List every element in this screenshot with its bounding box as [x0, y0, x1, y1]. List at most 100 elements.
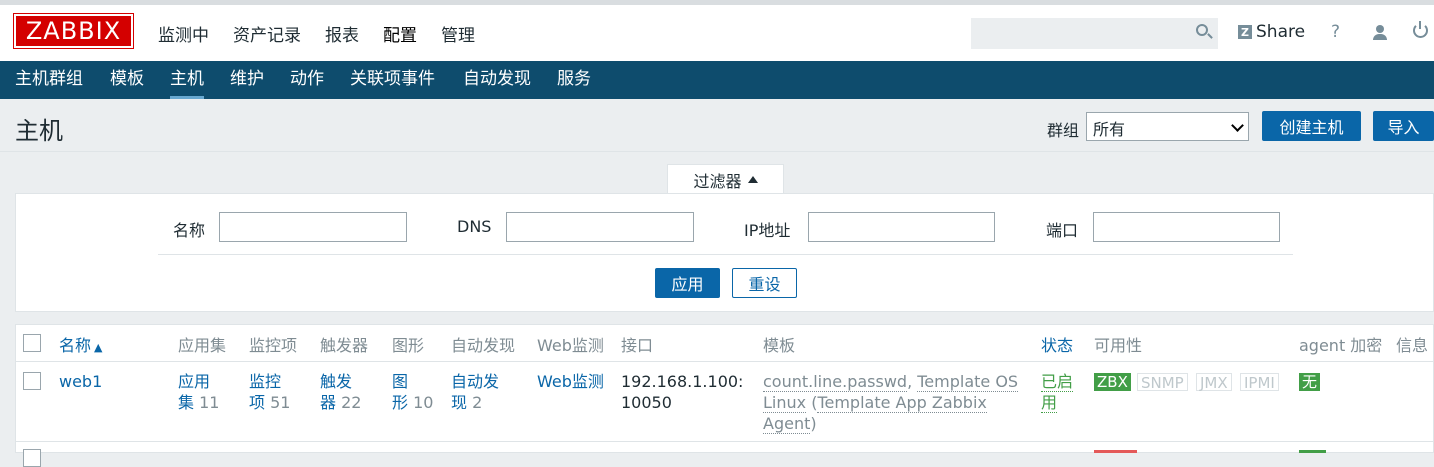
applications-count: 11	[199, 393, 220, 412]
filter-dns-label: DNS	[457, 217, 492, 236]
triggers-link-cont[interactable]: 器	[320, 393, 336, 412]
import-button[interactable]: 导入	[1373, 111, 1434, 141]
search-icon[interactable]	[1196, 24, 1208, 36]
triggers-count: 22	[341, 393, 362, 412]
discovery-cell: 自动发 现 2	[451, 371, 499, 413]
filter-panel	[15, 193, 1434, 312]
search-input[interactable]	[971, 18, 1218, 49]
subnav-services[interactable]: 服务	[557, 61, 591, 99]
top-menu-configuration[interactable]: 配置	[383, 21, 417, 46]
filter-name-label: 名称	[173, 221, 206, 240]
filter-name-input[interactable]	[219, 212, 407, 242]
web-monitoring-link[interactable]: Web监测	[537, 371, 604, 392]
availability-jmx-badge: JMX	[1196, 373, 1232, 392]
column-header-availability: 可用性	[1094, 336, 1143, 355]
subnav-discovery[interactable]: 自动发现	[463, 61, 531, 99]
encryption-badge: 无	[1299, 373, 1321, 391]
table-header-divider	[15, 361, 1434, 362]
column-header-web: Web监测	[537, 336, 604, 355]
column-header-triggers: 触发器	[320, 336, 369, 355]
filter-port-label: 端口	[1046, 221, 1079, 240]
top-menu-administration[interactable]: 管理	[441, 21, 475, 46]
subnav-event-correlation[interactable]: 关联项事件	[350, 61, 435, 99]
filter-ip-input[interactable]	[808, 212, 995, 242]
graphs-cell: 图 形 10	[392, 371, 433, 413]
subnav-actions[interactable]: 动作	[290, 61, 324, 99]
apply-button[interactable]: 应用	[655, 268, 720, 298]
discovery-link-cont[interactable]: 现	[451, 393, 467, 412]
collapse-up-icon	[747, 176, 758, 183]
group-select[interactable]: 所有	[1086, 112, 1249, 141]
zabbix-share-icon: Z	[1238, 25, 1252, 39]
column-header-applications: 应用集	[178, 336, 227, 355]
help-icon[interactable]: ?	[1331, 22, 1340, 42]
top-menu: 监测中 资产记录 报表 配置 管理	[146, 5, 487, 61]
filter-separator	[158, 254, 1293, 255]
applications-link-cont[interactable]: 集	[178, 393, 194, 412]
discovery-link[interactable]: 自动发	[451, 372, 499, 391]
items-link[interactable]: 监控	[249, 372, 281, 391]
triggers-link[interactable]: 触发	[320, 372, 352, 391]
sign-out-icon[interactable]	[1413, 21, 1428, 38]
group-select-value: 所有	[1093, 120, 1126, 139]
subnav-host-groups[interactable]: 主机群组	[15, 61, 83, 99]
interface-address: 192.168.1.100:	[621, 372, 744, 391]
availability-zbx-badge: ZBX	[1094, 373, 1131, 391]
filter-dns-input[interactable]	[506, 212, 694, 242]
items-link-cont[interactable]: 项	[249, 393, 265, 412]
availability-snmp-badge: SNMP	[1137, 373, 1188, 392]
top-menu-reports[interactable]: 报表	[325, 21, 359, 46]
filter-tab[interactable]: 过滤器	[667, 164, 784, 194]
select-all-checkbox[interactable]	[23, 334, 41, 352]
column-header-agent-encryption: agent 加密	[1299, 336, 1383, 355]
group-label: 群组	[1047, 121, 1080, 140]
interface-cell: 192.168.1.100: 10050	[621, 371, 743, 413]
column-header-name[interactable]: 名称 ▲	[59, 332, 102, 356]
row-checkbox[interactable]	[23, 372, 41, 390]
availability-ipmi-badge: IPMI	[1240, 373, 1279, 392]
subnav-hosts[interactable]: 主机	[170, 61, 204, 99]
triggers-cell: 触发 器 22	[320, 371, 361, 413]
host-name-link[interactable]: web1	[59, 371, 102, 392]
column-header-discovery: 自动发现	[451, 336, 516, 355]
template-link-3-cont[interactable]: Agent	[763, 414, 811, 434]
graphs-link[interactable]: 图	[392, 372, 408, 391]
graphs-count: 10	[413, 393, 434, 412]
subnav-templates[interactable]: 模板	[110, 61, 144, 99]
column-header-status[interactable]: 状态	[1041, 332, 1073, 356]
title-divider	[0, 151, 1434, 152]
applications-cell: 应用 集 11	[178, 371, 219, 413]
graphs-link-cont[interactable]: 形	[392, 393, 408, 412]
template-link-2-cont[interactable]: Linux	[763, 393, 807, 413]
top-menu-inventory[interactable]: 资产记录	[233, 21, 301, 46]
reset-button[interactable]: 重设	[732, 268, 797, 298]
template-link-1[interactable]: count.line.passwd	[763, 372, 908, 392]
page-title: 主机	[15, 117, 63, 145]
subnav-maintenance[interactable]: 维护	[230, 61, 264, 99]
status-enabled-link[interactable]: 已启	[1041, 372, 1074, 392]
zabbix-logo[interactable]: ZABBIX	[13, 13, 134, 49]
status-enabled-link-cont[interactable]: 用	[1041, 393, 1058, 413]
top-menu-monitoring[interactable]: 监测中	[158, 21, 209, 46]
column-header-items: 监控项	[249, 336, 298, 355]
filter-port-input[interactable]	[1093, 212, 1280, 242]
template-link-2[interactable]: Template OS	[917, 372, 1019, 392]
discovery-count: 2	[472, 393, 483, 412]
filter-tab-label: 过滤器	[693, 171, 742, 191]
next-row-checkbox[interactable]	[23, 449, 41, 467]
column-header-graphs: 图形	[392, 336, 425, 355]
sort-asc-icon: ▲	[94, 341, 103, 354]
share-button[interactable]: Z Share	[1238, 22, 1305, 42]
sub-navigation: 主机群组 模板 主机 维护 动作 关联项事件 自动发现 服务	[0, 61, 1434, 99]
column-header-info: 信息	[1396, 336, 1429, 355]
user-profile-icon[interactable]	[1372, 25, 1388, 41]
create-host-button[interactable]: 创建主机	[1262, 111, 1361, 141]
applications-link[interactable]: 应用	[178, 372, 210, 391]
row-divider	[15, 441, 1434, 442]
template-link-3[interactable]: Template App Zabbix	[817, 393, 987, 413]
interface-port: 10050	[621, 393, 672, 412]
chevron-down-icon	[1231, 119, 1244, 132]
items-count: 51	[270, 393, 291, 412]
column-header-templates: 模板	[763, 336, 796, 355]
filter-ip-label: IP地址	[744, 221, 791, 240]
